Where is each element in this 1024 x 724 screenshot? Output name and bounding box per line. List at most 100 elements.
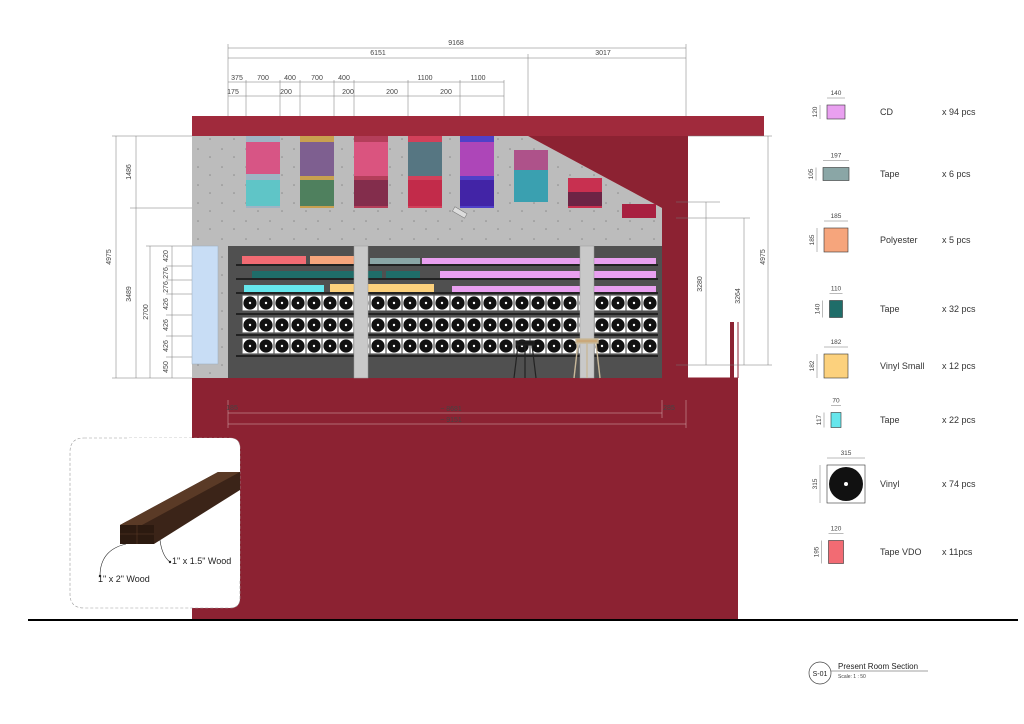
- dim-upper-height: 1486: [126, 164, 133, 180]
- legend-height: 140: [815, 303, 822, 314]
- vinyl-record: [418, 317, 434, 333]
- legend-height: 315: [812, 478, 819, 489]
- vinyl-record: [338, 317, 354, 333]
- legend-width: 197: [831, 153, 842, 160]
- vinyl-record: [242, 338, 258, 354]
- dim-total-height: 4975: [106, 249, 113, 265]
- vinyl-record: [258, 317, 274, 333]
- legend-item: 185 185 Polyester x 5 pcs: [809, 213, 971, 253]
- vinyl-record: [370, 317, 386, 333]
- legend-width: 182: [831, 339, 842, 346]
- vinyl-record: [386, 338, 402, 354]
- legend-item: 120 195 Tape VDO x 11pcs: [814, 526, 973, 564]
- dim-shelf-gap: 426: [163, 340, 170, 352]
- vinyl-record: [418, 338, 434, 354]
- dim-seg: 1100: [470, 75, 485, 82]
- dim-shelf-gap: 276: [163, 281, 170, 293]
- vinyl-record: [466, 317, 482, 333]
- vinyl-record: [546, 317, 562, 333]
- tape-row: [370, 258, 420, 264]
- dim-right-mid: 3264: [735, 288, 742, 304]
- vinyl-record: [306, 338, 322, 354]
- legend-height: 117: [816, 414, 823, 425]
- legend-width: 110: [831, 286, 842, 293]
- vinyl-record: [322, 295, 338, 311]
- dim-right-total: 4975: [760, 249, 767, 265]
- legend-swatch: [823, 227, 849, 253]
- vinyl-record: [530, 295, 546, 311]
- vinyl-record: [642, 338, 658, 354]
- vinyl-record: [274, 338, 290, 354]
- base-block: [192, 378, 738, 620]
- materials-legend: 140 120 CD x 94 pcs 197 105 Tape x 6 pcs 185 185 P…: [808, 90, 976, 564]
- legend-swatch: [822, 167, 850, 181]
- legend-height: 182: [809, 360, 816, 371]
- legend-label: Tape: [880, 415, 900, 425]
- vinyl-record: [386, 317, 402, 333]
- dim-seg: 400: [338, 75, 350, 82]
- legend-swatch: [828, 540, 844, 564]
- vinyl-record: [498, 338, 514, 354]
- legend-count: x 11pcs: [942, 547, 973, 557]
- legend-label: Tape VDO: [880, 547, 922, 557]
- left-dimension-texts: 1486 4975 3489 2700 420 276 276 426 426 …: [106, 164, 170, 373]
- legend-label: CD: [880, 107, 893, 117]
- legend-label: Vinyl: [880, 479, 899, 489]
- drawing-code: S-01: [813, 671, 828, 678]
- dim-shelf-gap: 450: [163, 361, 170, 373]
- dim-shelf-gap: 276: [163, 267, 170, 279]
- vinyl-record: [386, 295, 402, 311]
- room-section-drawing: 9168 6151 3017 375 700 400 700 400 1100 …: [28, 40, 1018, 685]
- legend-label: Tape: [880, 169, 900, 179]
- legend-item: 110 140 Tape x 32 pcs: [815, 286, 976, 318]
- vinyl-record: [434, 317, 450, 333]
- legend-swatch: [823, 353, 849, 379]
- window: [191, 245, 219, 365]
- dim-seg: 700: [257, 75, 269, 82]
- railing-post: [730, 322, 734, 378]
- dim-right-span: 3017: [595, 50, 611, 57]
- vinyl-record: [258, 295, 274, 311]
- vinyl-record: [242, 317, 258, 333]
- right-dimensions: [676, 135, 772, 366]
- vinyl-record: [642, 317, 658, 333]
- wood-label-a: 1" x 1.5" Wood: [172, 556, 231, 566]
- vinyl-record: [322, 317, 338, 333]
- dim-overall-width: 9168: [448, 40, 464, 47]
- vinyl-record: [290, 317, 306, 333]
- vinyl-record: [562, 317, 578, 333]
- legend-height: 195: [814, 546, 821, 557]
- dim-shelf-height: 2700: [143, 304, 150, 320]
- dim-seg: 400: [284, 75, 296, 82]
- pillar: [353, 245, 369, 379]
- vinyl-record: [274, 295, 290, 311]
- dim-seg: 375: [231, 75, 243, 82]
- roof-slab: [192, 116, 764, 136]
- vinyl-record: [290, 338, 306, 354]
- polyester-row: [310, 256, 354, 264]
- legend-width: 315: [841, 450, 852, 457]
- vinyl-record: [642, 295, 658, 311]
- vinyl-record: [402, 338, 418, 354]
- legend-width: 185: [831, 213, 842, 220]
- legend-item: 197 105 Tape x 6 pcs: [808, 153, 971, 181]
- tape-row-cyan: [244, 285, 324, 292]
- vinyl-record: [450, 317, 466, 333]
- dim-floor-total: ~ 9151: [440, 417, 462, 424]
- legend-swatch: [826, 104, 846, 120]
- legend-width: 140: [831, 90, 842, 97]
- legend-height: 185: [809, 234, 816, 245]
- vinyl-shelves: [236, 295, 658, 357]
- poster: [622, 204, 656, 218]
- vinyl-record: [370, 338, 386, 354]
- drawing-scale: Scale: 1 : 50: [838, 674, 866, 680]
- legend-height: 105: [808, 168, 815, 179]
- dim-shelf-gap: 426: [163, 319, 170, 331]
- vinyl-record: [530, 317, 546, 333]
- dim-gap: 200: [386, 89, 398, 96]
- vinyl-record: [450, 338, 466, 354]
- legend-count: x 5 pcs: [942, 235, 971, 245]
- title-block: S-01 Present Room Section Scale: 1 : 50: [808, 661, 928, 685]
- vinyl-record: [498, 317, 514, 333]
- dim-seg: 1100: [417, 75, 432, 82]
